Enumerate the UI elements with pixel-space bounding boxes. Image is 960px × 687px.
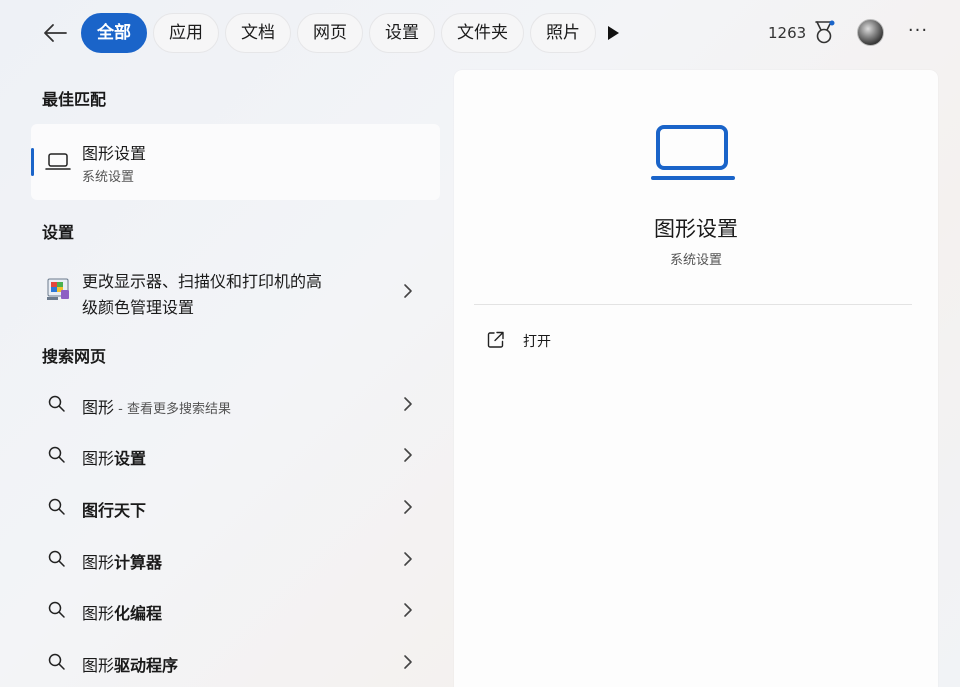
- search-icon: [48, 446, 65, 463]
- web-result-suffix: 图行天下: [82, 501, 147, 520]
- settings-result-line2: 级颜色管理设置: [82, 298, 195, 317]
- search-icon: [48, 550, 65, 567]
- web-result-prefix: 图形: [82, 604, 115, 623]
- top-bar: 全部 应用 文档 网页 设置 文件夹 照片 1263 ···: [0, 0, 960, 66]
- tab-settings[interactable]: 设置: [369, 13, 435, 53]
- chevron-right-icon: [404, 500, 412, 514]
- web-result-item[interactable]: 图形计算器: [31, 539, 440, 579]
- detail-subtitle: 系统设置: [669, 253, 722, 268]
- rewards-button[interactable]: [810, 18, 838, 48]
- best-match-item[interactable]: 图形设置 系统设置: [31, 124, 440, 200]
- detail-panel: 图形设置 系统设置 打开: [454, 70, 938, 687]
- more-options-button[interactable]: ···: [904, 20, 932, 46]
- web-result-item[interactable]: 图形 - 查看更多搜索结果: [31, 384, 440, 424]
- tab-photos[interactable]: 照片: [530, 13, 596, 53]
- chevron-right-icon: [404, 397, 412, 411]
- best-match-title: 图形设置: [82, 144, 147, 163]
- best-match-subtitle: 系统设置: [82, 170, 135, 185]
- laptop-icon: [45, 153, 71, 170]
- chevron-right-icon: [404, 552, 412, 566]
- settings-result-line1: 更改显示器、扫描仪和打印机的高: [82, 272, 323, 291]
- play-icon: [608, 26, 619, 40]
- search-icon: [48, 395, 65, 412]
- filter-tabs: 全部 应用 文档 网页 设置 文件夹 照片: [81, 13, 596, 53]
- search-icon: [48, 601, 65, 618]
- search-icon: [48, 498, 65, 515]
- medal-icon: [815, 20, 835, 44]
- web-result-suffix: 计算器: [114, 553, 163, 572]
- web-result-hint: - 查看更多搜索结果: [114, 402, 231, 417]
- settings-heading: 设置: [42, 223, 75, 242]
- arrow-left-icon: [44, 24, 67, 42]
- chevron-right-icon: [404, 603, 412, 617]
- web-result-item[interactable]: 图形化编程: [31, 590, 440, 630]
- web-result-suffix: 化编程: [114, 604, 163, 623]
- tab-all[interactable]: 全部: [81, 13, 147, 53]
- divider: [474, 304, 912, 305]
- rewards-points: 1263: [768, 24, 807, 42]
- web-result-item[interactable]: 图行天下: [31, 487, 440, 527]
- web-result-prefix: 图形: [82, 553, 115, 572]
- tab-web[interactable]: 网页: [297, 13, 363, 53]
- best-match-heading: 最佳匹配: [42, 90, 107, 109]
- web-result-item[interactable]: 图形驱动程序: [31, 642, 440, 682]
- web-result-prefix: 图形: [82, 449, 115, 468]
- avatar[interactable]: [857, 19, 884, 46]
- web-result-suffix: 设置: [114, 449, 147, 468]
- open-label: 打开: [523, 334, 551, 350]
- selection-indicator: [31, 148, 34, 176]
- web-result-suffix: 驱动程序: [114, 656, 179, 675]
- web-search-heading: 搜索网页: [42, 347, 107, 366]
- tab-folders[interactable]: 文件夹: [441, 13, 524, 53]
- open-action[interactable]: 打开: [484, 328, 684, 354]
- search-icon: [48, 653, 65, 670]
- ellipsis-icon: ···: [907, 20, 929, 41]
- open-external-icon: [487, 331, 504, 348]
- tab-apps[interactable]: 应用: [153, 13, 219, 53]
- web-result-prefix: 图形: [82, 656, 115, 675]
- web-result-query: 图形: [82, 398, 115, 417]
- chevron-right-icon: [404, 284, 412, 298]
- web-result-item[interactable]: 图形设置: [31, 435, 440, 475]
- tab-documents[interactable]: 文档: [225, 13, 291, 53]
- color-management-icon: [47, 278, 69, 300]
- settings-result-item[interactable]: 更改显示器、扫描仪和打印机的高 级颜色管理设置: [31, 262, 440, 322]
- chevron-right-icon: [404, 448, 412, 462]
- chevron-right-icon: [404, 655, 412, 669]
- detail-title: 图形设置: [654, 217, 738, 241]
- back-button[interactable]: [40, 18, 70, 48]
- more-tabs-button[interactable]: [600, 20, 626, 46]
- laptop-icon: [651, 125, 735, 180]
